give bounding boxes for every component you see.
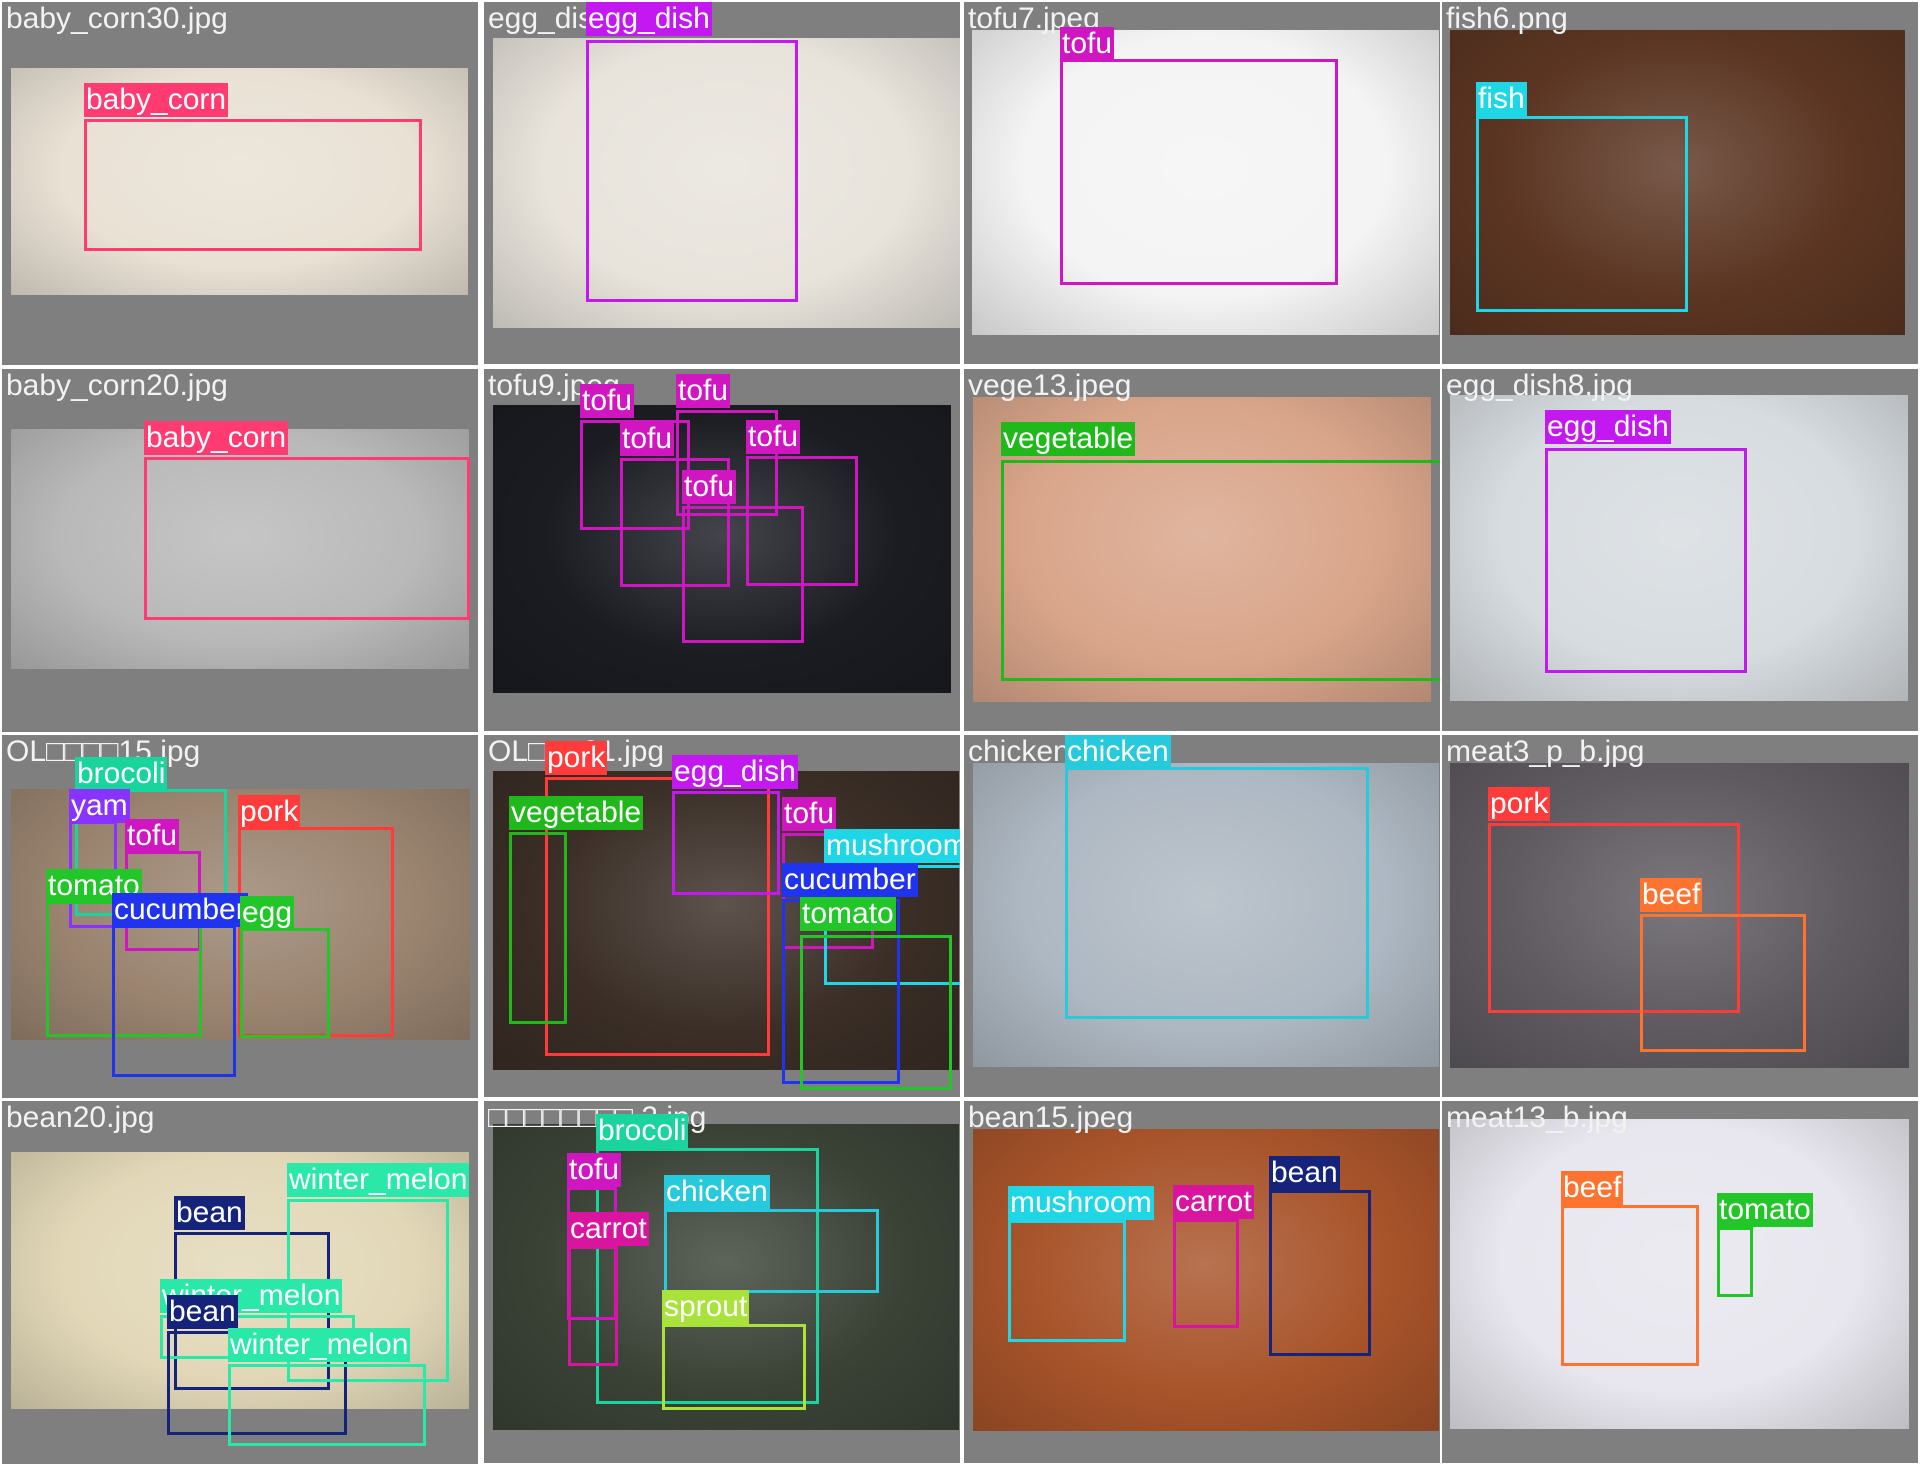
tile-filename: egg_dish8.jpg xyxy=(1446,369,1633,402)
tile-filename: vege13.jpeg xyxy=(968,369,1132,402)
bounding-box xyxy=(1269,1190,1371,1356)
detection-label: pork xyxy=(1488,787,1551,821)
grid-tile: OL□□□□15.jpg brocoli yam tofu pork tomato cucu… xyxy=(2,735,478,1098)
detection-label: carrot xyxy=(1173,1185,1254,1219)
tile-filename: bean15.jpeg xyxy=(968,1101,1134,1134)
detection-label: chicken xyxy=(664,1175,770,1209)
detection-label: cucumber xyxy=(782,863,918,897)
bounding-box xyxy=(144,457,470,620)
grid-tile: meat13_b.jpgbeef tomato xyxy=(1442,1101,1918,1463)
tile-filename: baby_corn20.jpg xyxy=(6,369,228,402)
detection-label: beef xyxy=(1640,878,1703,912)
bounding-box xyxy=(672,791,780,895)
tile-filename: chicken xyxy=(968,735,1070,768)
detection-label: cucumber xyxy=(112,893,248,927)
bounding-box xyxy=(1008,1220,1126,1342)
bounding-box xyxy=(1717,1227,1753,1297)
detection-label: vegetable xyxy=(509,796,644,830)
tile-filename: meat3_p_b.jpg xyxy=(1446,735,1645,768)
tile-filename: fish6.png xyxy=(1446,2,1568,35)
detection-label: winter_melon xyxy=(287,1163,470,1197)
detection-label: pork xyxy=(238,795,301,829)
detection-label: tofu xyxy=(567,1153,622,1187)
detection-label: tomato xyxy=(1717,1193,1813,1227)
bounding-box xyxy=(1545,448,1747,673)
detection-label: tofu xyxy=(782,797,837,831)
grid-tile: baby_corn20.jpg baby_corn xyxy=(2,369,478,732)
detection-label: mushroom xyxy=(1008,1186,1154,1220)
detection-label: tofu xyxy=(1060,27,1115,61)
bounding-box xyxy=(664,1209,879,1293)
grid-tile: egg_dish egg_dish xyxy=(484,2,960,364)
detection-label: bean xyxy=(174,1196,245,1230)
bounding-box xyxy=(1065,767,1369,1019)
detection-label: tofu xyxy=(682,470,737,504)
detection-label: chicken xyxy=(1065,735,1171,769)
detection-label: egg xyxy=(240,896,295,930)
grid-tile: OL□□□01.jpgporkegg_dishvegetabletofumush… xyxy=(484,735,960,1097)
tile-filename: meat13_b.jpg xyxy=(1446,1101,1628,1134)
grid-tile: meat3_p_b.jpgpork beef xyxy=(1442,735,1918,1097)
detection-label: tomato xyxy=(800,897,896,931)
detection-label: egg_dish xyxy=(586,2,712,36)
detection-label: baby_corn xyxy=(84,83,229,117)
bounding-box xyxy=(1640,914,1806,1052)
detection-label: mushroom xyxy=(824,829,960,863)
grid-tile: □□□□□□□□ 2.jpgbrocolitofuchickencarrotsp… xyxy=(484,1101,960,1463)
grid-tile: tofu7.jpeg tofu xyxy=(964,2,1440,364)
bounding-box xyxy=(1060,59,1338,285)
detection-label: yam xyxy=(69,789,130,823)
detection-label: brocoli xyxy=(75,757,168,791)
tile-filename: baby_corn30.jpg xyxy=(6,2,228,35)
detection-label: vegetable xyxy=(1001,422,1136,456)
detection-label: tofu xyxy=(676,374,731,408)
grid-tile: baby_corn30.jpg baby_corn xyxy=(2,2,478,365)
grid-tile: egg_dish8.jpg egg_dish xyxy=(1442,369,1918,731)
detection-label: bean xyxy=(167,1295,238,1329)
detection-label: egg_dish xyxy=(672,755,798,789)
bounding-box xyxy=(509,832,567,1024)
detection-label: egg_dish xyxy=(1545,410,1671,444)
bounding-box xyxy=(682,506,804,643)
bounding-box xyxy=(662,1324,806,1410)
grid-tile: chicken chicken xyxy=(964,735,1440,1097)
detection-label: fish xyxy=(1476,82,1527,116)
bounding-box xyxy=(800,935,952,1090)
grid-tile: bean20.jpg bean winter_melon winter_melon be… xyxy=(2,1101,478,1464)
tile-filename: bean20.jpg xyxy=(6,1101,155,1134)
grid-tile: vege13.jpeg vegetable xyxy=(964,369,1440,731)
bounding-box xyxy=(568,1246,618,1366)
grid-tile: fish6.png fish xyxy=(1442,2,1918,364)
detection-label: brocoli xyxy=(596,1114,689,1148)
detection-label: tofu xyxy=(746,420,801,454)
detection-label: pork xyxy=(545,741,608,775)
bounding-box xyxy=(1173,1219,1239,1328)
bounding-box xyxy=(228,1364,426,1446)
detection-label: tofu xyxy=(620,422,675,456)
detection-label: tofu xyxy=(580,384,635,418)
bounding-box xyxy=(1561,1205,1699,1366)
grid-tile: tofu9.jpeg tofu tofu tofu tofu tofu xyxy=(484,369,960,731)
bounding-box xyxy=(84,119,422,251)
bounding-box xyxy=(1001,460,1440,681)
detection-label: sprout xyxy=(662,1290,750,1324)
grid-tile: bean15.jpeg bean mushroom carrot xyxy=(964,1101,1440,1463)
bounding-box xyxy=(586,40,798,302)
bounding-box xyxy=(240,928,330,1038)
bounding-box xyxy=(1476,116,1688,312)
detection-label: bean xyxy=(1269,1156,1340,1190)
detection-label: beef xyxy=(1561,1171,1624,1205)
detection-label: tofu xyxy=(125,819,180,853)
detection-label: winter_melon xyxy=(228,1328,411,1362)
detection-grid: baby_corn30.jpg baby_corn egg_dish egg_dish… xyxy=(0,0,1920,1464)
detection-label: baby_corn xyxy=(144,421,289,455)
bounding-box xyxy=(112,925,236,1077)
detection-label: carrot xyxy=(568,1212,649,1246)
